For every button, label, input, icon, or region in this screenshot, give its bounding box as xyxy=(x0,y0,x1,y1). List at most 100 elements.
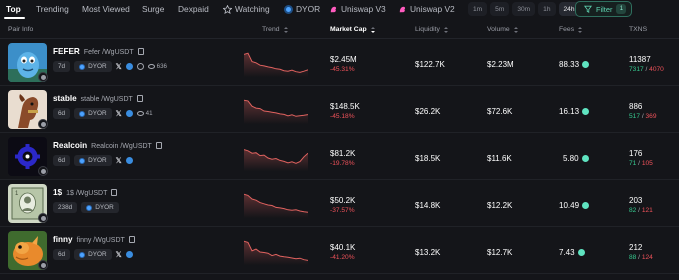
tab-uniswap-v3[interactable]: Uniswap V3 xyxy=(329,4,386,14)
dyor-badge[interactable]: DYOR xyxy=(81,202,119,213)
fees-value: 88.33 xyxy=(559,60,590,69)
pair-symbol: finny /WgUSDT xyxy=(76,237,125,244)
volume-value: $11.6K xyxy=(487,154,512,163)
tab-uniswap-v2[interactable]: Uniswap V2 xyxy=(398,4,455,14)
pair-symbol: Realcoin /WgUSDT xyxy=(91,143,152,150)
age-badge: 6d xyxy=(53,108,71,119)
copy-icon[interactable] xyxy=(137,48,144,55)
txns-split: 88 / 124 xyxy=(629,254,653,261)
txns-sells: 105 xyxy=(641,160,653,167)
filter-button[interactable]: Filter 1 xyxy=(575,1,632,17)
copy-icon[interactable] xyxy=(136,95,143,102)
pair-name[interactable]: FEFER Fefer /WgUSDT xyxy=(53,47,144,56)
star-icon xyxy=(223,4,232,14)
tab-surge[interactable]: Surge xyxy=(142,4,164,14)
pair-symbol: 1$ /WgUSDT xyxy=(66,190,108,197)
sort-icon xyxy=(283,26,289,33)
trend-area xyxy=(244,100,308,124)
table-row[interactable]: finny finny /WgUSDT 6d DYOR 𝕏 $40.1K -41.… xyxy=(0,227,679,274)
liquidity-value: $26.2K xyxy=(415,107,441,116)
pair-name[interactable]: stable stable /WgUSDT xyxy=(53,94,143,103)
x-twitter-icon[interactable]: 𝕏 xyxy=(116,250,122,259)
market-cap-change: -41.20% xyxy=(330,254,355,261)
pair-name[interactable]: 1$ 1$ /WgUSDT xyxy=(53,188,118,197)
dyor-badge[interactable]: DYOR xyxy=(74,155,112,166)
sort-icon xyxy=(443,26,449,33)
active-tab-indicator xyxy=(4,17,25,19)
copy-icon[interactable] xyxy=(155,142,162,149)
age-badge: 6d xyxy=(53,155,71,166)
copy-icon[interactable] xyxy=(111,189,118,196)
market-cap-change: -19.78% xyxy=(330,160,355,167)
trend-sparkline xyxy=(244,52,308,77)
market-cap-value: $148.5K xyxy=(330,102,360,111)
table-row[interactable]: FEFER Fefer /WgUSDT 7d DYOR 𝕏 636 $2.45M … xyxy=(0,39,679,86)
trend-sparkline xyxy=(244,193,308,218)
pair-name[interactable]: finny finny /WgUSDT xyxy=(53,235,135,244)
timeframe-selector: 1m 5m 30m 1h 24h xyxy=(468,2,580,16)
dyor-badge[interactable]: DYOR xyxy=(74,61,112,72)
txns-split: 517 / 369 xyxy=(629,113,657,120)
txns-split: 82 / 121 xyxy=(629,207,653,214)
col-liquidity[interactable]: Liquidity xyxy=(415,26,449,33)
timeframe-1m[interactable]: 1m xyxy=(468,2,488,16)
tab-trending[interactable]: Trending xyxy=(36,4,69,14)
dyor-badge[interactable]: DYOR xyxy=(74,108,112,119)
timeframe-1h[interactable]: 1h xyxy=(538,2,556,16)
col-txns[interactable]: TXNS xyxy=(629,26,647,33)
x-twitter-icon[interactable]: 𝕏 xyxy=(116,62,122,71)
dyor-icon xyxy=(79,63,86,70)
x-twitter-icon[interactable]: 𝕏 xyxy=(116,156,122,165)
txns-total: 212 xyxy=(629,243,643,252)
tab-most-viewed[interactable]: Most Viewed xyxy=(82,4,130,14)
market-cap-change: -45.18% xyxy=(330,113,355,120)
col-trend[interactable]: Trend xyxy=(262,26,289,33)
telegram-icon[interactable] xyxy=(125,157,133,164)
volume-value: $2.23M xyxy=(487,60,514,69)
telegram-icon[interactable] xyxy=(125,251,133,258)
col-volume[interactable]: Volume xyxy=(487,26,519,33)
eye-icon xyxy=(136,111,144,116)
telegram-icon[interactable] xyxy=(125,63,133,70)
table-row[interactable]: 1 1$ 1$ /WgUSDT 238d DYOR $50.2K -37.57% … xyxy=(0,180,679,227)
telegram-icon[interactable] xyxy=(125,110,133,117)
dyor-badge[interactable]: DYOR xyxy=(74,249,112,260)
copy-icon[interactable] xyxy=(128,236,135,243)
fee-token-icon xyxy=(582,61,590,68)
fee-token-icon xyxy=(577,249,585,256)
holders-count: 41 xyxy=(136,110,153,117)
pair-name[interactable]: Realcoin Realcoin /WgUSDT xyxy=(53,141,162,150)
pair-tags: 6d DYOR 𝕏 xyxy=(53,155,133,166)
trend-area xyxy=(244,194,308,218)
col-fees[interactable]: Fees xyxy=(559,26,583,33)
txns-total: 11387 xyxy=(629,55,651,64)
tab-top[interactable]: Top xyxy=(6,4,21,14)
txns-sells: 4070 xyxy=(649,66,664,73)
liquidity-value: $122.7K xyxy=(415,60,445,69)
tab-watching[interactable]: Watching xyxy=(223,4,270,14)
filter-icon xyxy=(584,5,592,13)
col-market-cap[interactable]: Market Cap xyxy=(330,26,376,33)
table-row[interactable]: Realcoin Realcoin /WgUSDT 6d DYOR 𝕏 $81.2… xyxy=(0,133,679,180)
globe-icon[interactable] xyxy=(136,63,144,70)
dyor-icon xyxy=(284,4,293,14)
pair-symbol: Fefer /WgUSDT xyxy=(83,49,134,56)
tab-dexpaid[interactable]: Dexpaid xyxy=(178,4,209,14)
chain-icon xyxy=(38,119,48,129)
x-twitter-icon[interactable]: 𝕏 xyxy=(116,109,122,118)
filter-count-badge: 1 xyxy=(616,4,627,14)
txns-sells: 369 xyxy=(645,113,657,120)
tab-dyor[interactable]: DYOR xyxy=(284,4,320,14)
txns-total: 886 xyxy=(629,102,643,111)
table-row[interactable]: stable stable /WgUSDT 6d DYOR 𝕏 41 $148.5… xyxy=(0,86,679,133)
txns-sells: 121 xyxy=(641,207,653,214)
market-cap-change: -45.31% xyxy=(330,66,355,73)
holders-count: 636 xyxy=(147,63,167,70)
timeframe-5m[interactable]: 5m xyxy=(490,2,510,16)
timeframe-30m[interactable]: 30m xyxy=(512,2,536,16)
sort-desc-icon xyxy=(370,26,376,33)
market-cap-change: -37.57% xyxy=(330,207,355,214)
txns-split: 7317 / 4070 xyxy=(629,66,664,73)
fees-value: 5.80 xyxy=(563,154,589,163)
fee-token-icon xyxy=(581,155,589,162)
